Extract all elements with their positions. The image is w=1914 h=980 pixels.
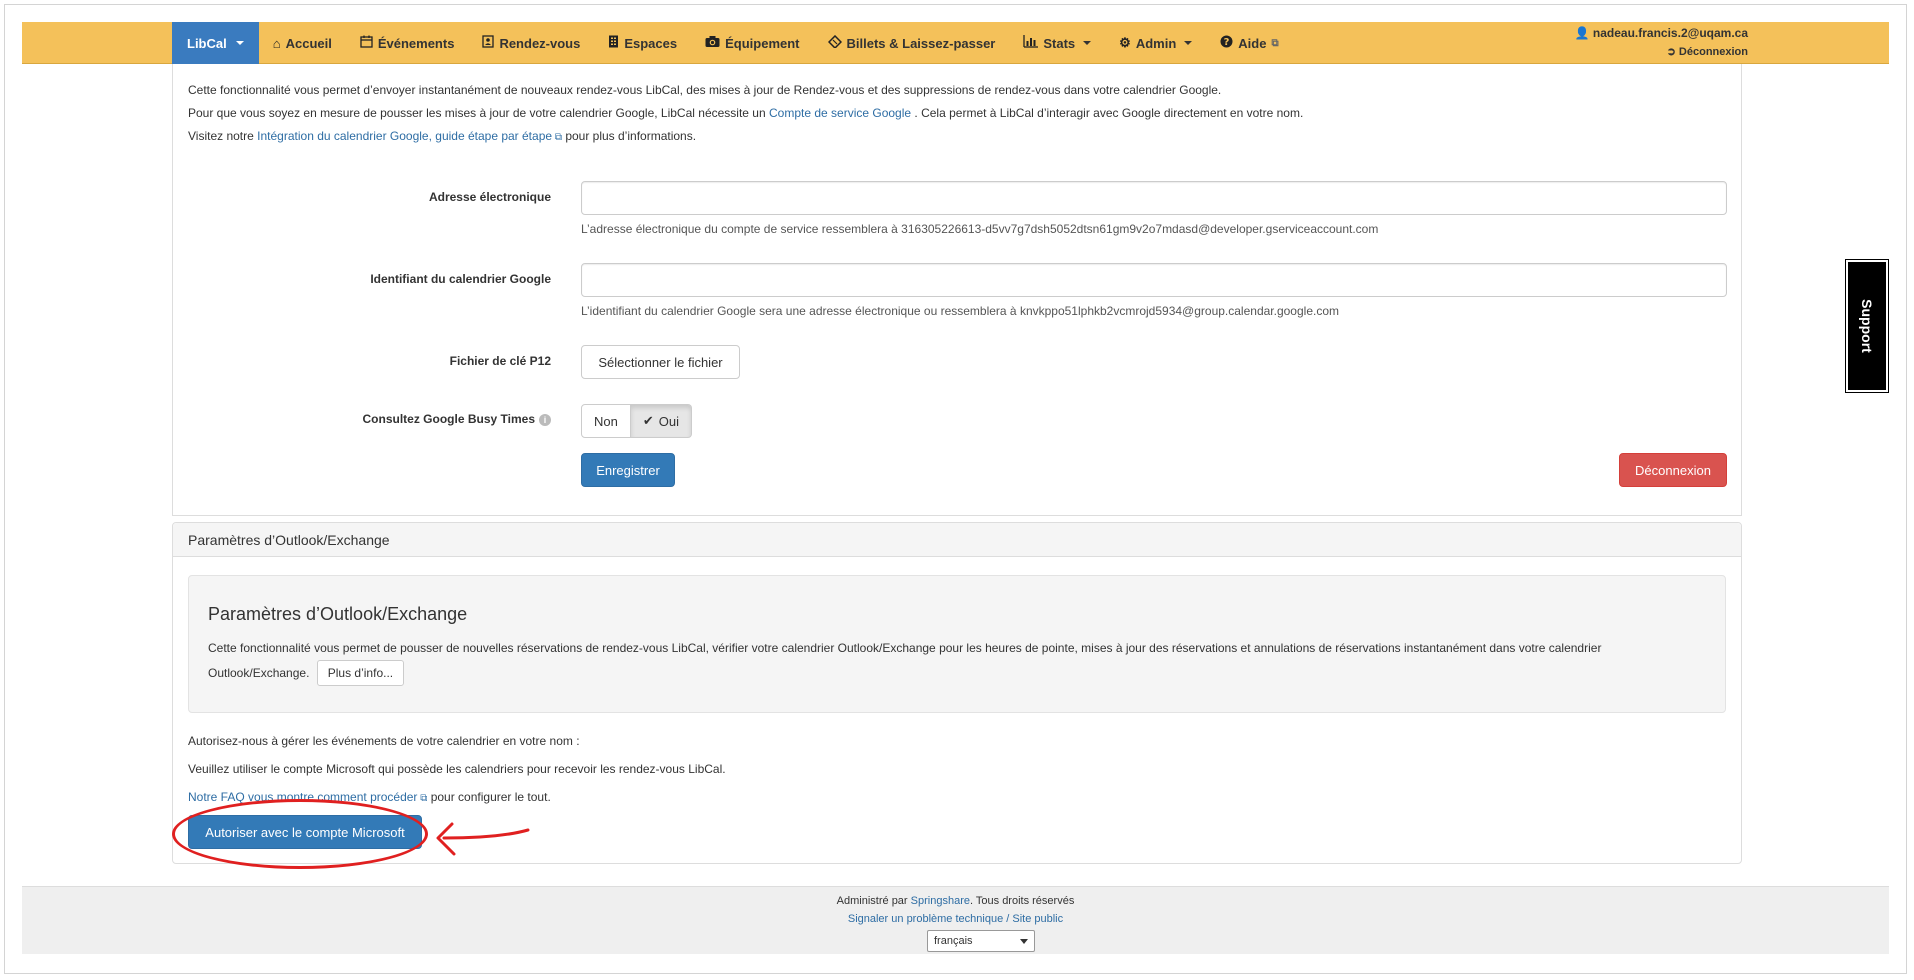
- calendar-id-field[interactable]: [581, 263, 1727, 297]
- footer-links-line: Signaler un problème technique / Site pu…: [22, 913, 1889, 925]
- nav-item-admin[interactable]: ⚙ Admin: [1105, 22, 1206, 64]
- intro-text: . Cela permet à LibCal d’interagir avec …: [914, 106, 1304, 120]
- footer-separator: /: [1006, 913, 1010, 925]
- check-icon: ✔: [642, 413, 654, 428]
- language-select[interactable]: français: [927, 930, 1035, 952]
- svg-text:?: ?: [1224, 37, 1230, 48]
- outlook-panel-heading: Paramètres d’Outlook/Exchange: [173, 523, 1741, 557]
- nav-label: Espaces: [624, 35, 678, 51]
- busy-times-toggle: Non ✔ Oui: [581, 404, 692, 438]
- support-label: Support: [1859, 299, 1875, 353]
- outlook-well-title: Paramètres d’Outlook/Exchange: [208, 604, 468, 624]
- user-email: nadeau.francis.2@uqam.ca: [1592, 26, 1748, 40]
- sign-out-icon: ➲: [1666, 46, 1676, 58]
- ticket-icon: [827, 34, 842, 51]
- outlook-well-text: Cette fonctionnalité vous permet de pous…: [208, 637, 1678, 686]
- user-block: 👤 nadeau.francis.2@uqam.ca ➲ Déconnexion: [1575, 26, 1748, 58]
- email-field[interactable]: [581, 181, 1727, 215]
- account-text: Veuillez utiliser le compte Microsoft qu…: [188, 762, 726, 776]
- nav-item-aide[interactable]: ? Aide ⧉: [1206, 22, 1292, 64]
- footer: Administré par Springshare. Tous droits …: [22, 886, 1889, 954]
- building-icon: [608, 35, 619, 51]
- email-label: Adresse électronique: [428, 190, 551, 204]
- nav-item-accueil[interactable]: ⌂ Accueil: [259, 22, 346, 64]
- google-intro-3: Visitez notre Intégration du calendrier …: [188, 129, 696, 143]
- busy-times-text: Consultez Google Busy Times: [362, 412, 535, 426]
- toggle-yes-label: Oui: [658, 413, 679, 429]
- busy-times-label: Consultez Google Busy Times i: [363, 412, 551, 426]
- nav-item-rendez-vous[interactable]: Rendez-vous: [468, 22, 594, 64]
- toggle-no-button[interactable]: Non: [581, 404, 631, 438]
- faq-tail: pour configurer le tout.: [430, 790, 551, 804]
- chevron-down-icon: [235, 41, 244, 45]
- nav-label: Stats: [1043, 35, 1076, 51]
- nav-item-equipement[interactable]: Équipement: [691, 22, 813, 64]
- logout-link[interactable]: ➲ Déconnexion: [1575, 45, 1748, 58]
- user-icon: 👤: [1574, 26, 1590, 40]
- nav-label: Rendez-vous: [499, 35, 581, 51]
- email-help: L’adresse électronique du compte de serv…: [581, 222, 1379, 236]
- nav-item-espaces[interactable]: Espaces: [594, 22, 691, 64]
- google-intro-2: Pour que vous soyez en mesure de pousser…: [188, 106, 1303, 120]
- select-file-button[interactable]: Sélectionner le fichier: [581, 345, 740, 379]
- nav-label: Admin: [1135, 35, 1177, 51]
- language-value: français: [934, 935, 973, 947]
- auth-text: Autorisez-nous à gérer les événements de…: [188, 734, 580, 748]
- footer-text: . Tous droits réservés: [969, 895, 1075, 907]
- calendar-id-help: L’identifiant du calendrier Google sera …: [581, 304, 1339, 318]
- chevron-down-icon: [1020, 938, 1028, 944]
- intro-text: pour plus d’informations.: [565, 129, 697, 143]
- nav-label: Aide: [1238, 35, 1267, 51]
- brand-menu[interactable]: LibCal: [172, 22, 259, 64]
- nav-label: Billets & Laissez-passer: [846, 35, 996, 51]
- calendar-icon: [360, 35, 373, 51]
- external-link-icon: ⧉: [552, 132, 562, 143]
- gear-icon: ⚙: [1119, 35, 1131, 50]
- nav-item-billets[interactable]: Billets & Laissez-passer: [814, 22, 1010, 64]
- chevron-down-icon: [1083, 41, 1092, 45]
- outlook-well: Paramètres d’Outlook/Exchange Cette fonc…: [188, 575, 1726, 713]
- chevron-down-icon: [1184, 41, 1193, 45]
- public-site-link[interactable]: Site public: [1012, 913, 1063, 925]
- nav-label: Accueil: [285, 35, 332, 51]
- save-button[interactable]: Enregistrer: [581, 453, 675, 487]
- brand-label: LibCal: [187, 35, 227, 51]
- outlook-panel: Paramètres d’Outlook/Exchange Paramètres…: [172, 522, 1742, 864]
- nav-item-stats[interactable]: Stats: [1009, 22, 1105, 64]
- external-link-icon: ⧉: [417, 793, 428, 804]
- top-navbar: LibCal ⌂ Accueil Événements Rendez-vous …: [22, 22, 1889, 64]
- annotation-ellipse: [172, 799, 428, 869]
- footer-admin-line: Administré par Springshare. Tous droits …: [22, 895, 1889, 907]
- annotation-arrow: [436, 822, 530, 856]
- intro-text: Visitez notre: [188, 129, 254, 143]
- google-intro-1: Cette fonctionnalité vous permet d’envoy…: [188, 83, 1222, 97]
- nav-label: Équipement: [725, 35, 800, 51]
- more-info-button[interactable]: Plus d’info...: [316, 660, 405, 686]
- question-icon: ?: [1220, 35, 1233, 51]
- outlook-description: Cette fonctionnalité vous permet de pous…: [208, 641, 1602, 680]
- p12-key-label: Fichier de clé P12: [449, 354, 551, 368]
- report-problem-link[interactable]: Signaler un problème technique: [848, 913, 1003, 925]
- nav-label: Événements: [377, 35, 455, 51]
- camera-icon: [705, 35, 720, 51]
- footer-text: Administré par: [836, 895, 908, 907]
- support-tab[interactable]: Support: [1845, 259, 1889, 393]
- service-account-link[interactable]: Compte de service Google: [769, 106, 911, 120]
- external-link-icon: ⧉: [1271, 37, 1279, 49]
- user-menu[interactable]: 👤 nadeau.francis.2@uqam.ca: [1575, 26, 1748, 40]
- nav-item-evenements[interactable]: Événements: [346, 22, 469, 64]
- disconnect-button[interactable]: Déconnexion: [1619, 453, 1727, 487]
- calendar-id-label: Identifiant du calendrier Google: [370, 272, 551, 286]
- springshare-link[interactable]: Springshare: [911, 895, 970, 907]
- user-card-icon: [482, 35, 495, 51]
- toggle-yes-button[interactable]: ✔ Oui: [630, 404, 692, 438]
- bar-chart-icon: [1023, 35, 1039, 51]
- logout-label: Déconnexion: [1678, 46, 1748, 58]
- info-icon[interactable]: i: [539, 413, 551, 426]
- intro-text: Pour que vous soyez en mesure de pousser…: [188, 106, 766, 120]
- home-icon: ⌂: [272, 35, 281, 51]
- google-calendar-panel: Cette fonctionnalité vous permet d’envoy…: [172, 64, 1742, 516]
- google-guide-link[interactable]: Intégration du calendrier Google, guide …: [257, 129, 552, 143]
